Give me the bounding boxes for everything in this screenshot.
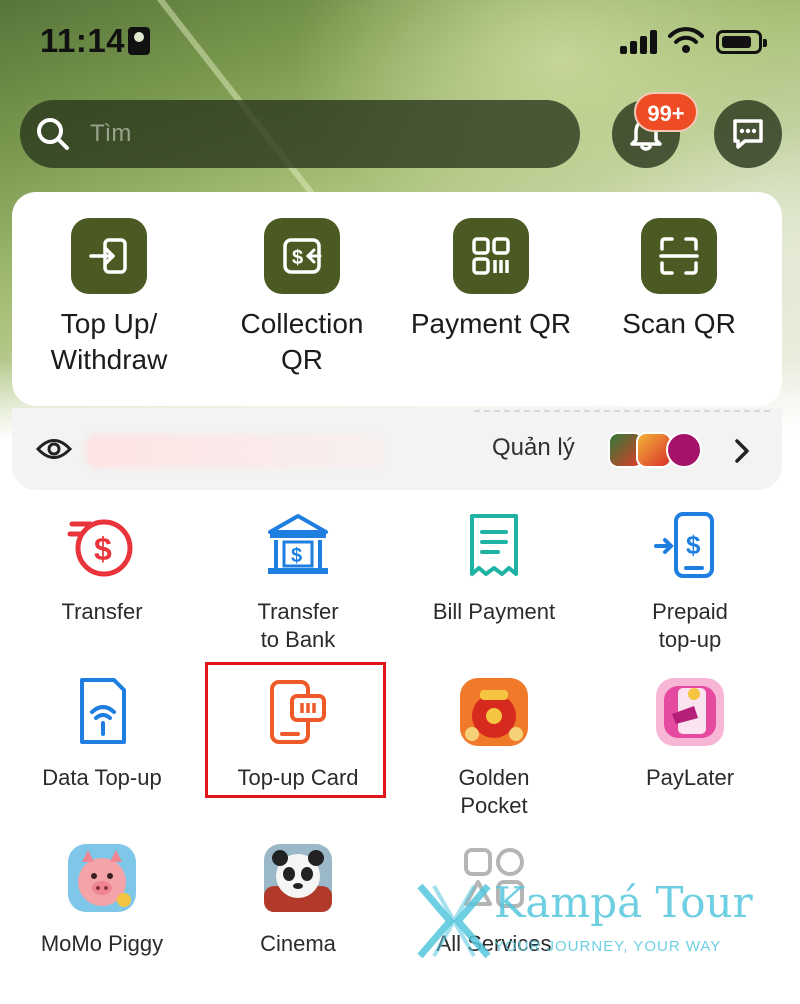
service-bill-payment[interactable]: Bill Payment (396, 510, 592, 626)
status-time: 11:14 (40, 22, 126, 59)
service-label: All Services (436, 931, 552, 956)
quick-action-top-up-withdraw[interactable]: Top Up/Withdraw (14, 218, 204, 378)
top-up-withdraw-icon (71, 218, 147, 294)
messages-button[interactable] (714, 100, 782, 168)
eye-icon[interactable] (36, 436, 72, 462)
service-momo-piggy[interactable]: MoMo Piggy (4, 842, 200, 958)
collection-qr-icon: $ (264, 218, 340, 294)
search-bar[interactable] (20, 100, 580, 168)
service-label: Data Top-up (42, 765, 162, 790)
paylater-icon (654, 676, 726, 748)
linked-wallets[interactable] (608, 432, 704, 470)
service-label: Transfer (61, 599, 143, 624)
quick-action-scan-qr[interactable]: Scan QR (584, 218, 774, 342)
quick-actions-card: Top Up/Withdraw $ Collection QR Payment … (12, 192, 782, 406)
quick-action-collection-qr[interactable]: $ Collection QR (207, 218, 397, 378)
service-label: Transfer to Bank (257, 599, 339, 652)
hidden-balance (86, 434, 386, 468)
service-label: Golden Pocket (458, 765, 530, 818)
chevron-right-icon[interactable] (734, 438, 750, 464)
bill-icon (458, 510, 530, 582)
service-golden-pocket[interactable]: Golden Pocket (396, 676, 592, 820)
phone-topup-icon: $ (654, 510, 726, 582)
scan-qr-icon (641, 218, 717, 294)
quick-action-label: Scan QR (622, 308, 736, 339)
service-label: MoMo Piggy (40, 931, 164, 956)
search-icon (37, 118, 69, 150)
quick-action-label: Payment QR (410, 308, 572, 339)
service-cinema[interactable]: Cinema (200, 842, 396, 958)
quick-action-label: Collection QR (240, 308, 364, 375)
bank-icon: $ (262, 510, 334, 582)
notification-count-badge: 99+ (634, 92, 698, 132)
quick-action-payment-qr[interactable]: Payment QR (396, 218, 586, 342)
service-label: PayLater (645, 765, 735, 790)
service-paylater[interactable]: PayLater (592, 676, 788, 792)
payment-qr-icon (453, 218, 529, 294)
battery-icon (716, 30, 767, 54)
status-bar: 11:14 (0, 0, 800, 80)
chat-bubble-icon (733, 119, 763, 149)
service-all-services[interactable]: All Services (396, 842, 592, 958)
balance-row: Quản lý (12, 408, 782, 490)
manage-label[interactable]: Quản lý (492, 434, 575, 462)
cinema-panda-icon (262, 842, 334, 914)
golden-pocket-icon (458, 676, 530, 748)
all-services-icon (458, 842, 530, 914)
service-transfer-to-bank[interactable]: $ Transfer to Bank (200, 510, 396, 654)
svg-text:$: $ (291, 545, 302, 567)
sim-data-icon (66, 676, 138, 748)
cellular-signal-icon (620, 30, 660, 54)
top-up-card-highlight (205, 662, 386, 798)
piggy-icon (66, 842, 138, 914)
search-input[interactable] (90, 114, 560, 154)
service-label: Prepaid top-up (652, 599, 728, 652)
contact-badge-icon (128, 27, 150, 55)
service-prepaid-top-up[interactable]: $ Prepaid top-up (592, 510, 788, 654)
transfer-dollar-icon: $ (66, 510, 138, 582)
service-data-top-up[interactable]: Data Top-up (4, 676, 200, 792)
service-transfer[interactable]: $ Transfer (4, 510, 200, 626)
svg-text:$: $ (292, 247, 303, 269)
svg-text:$: $ (94, 531, 112, 567)
service-label: Bill Payment (432, 599, 556, 624)
svg-text:$: $ (686, 530, 701, 560)
wifi-icon (668, 27, 704, 53)
service-label: Cinema (260, 931, 336, 956)
momo-logo-icon (666, 432, 702, 468)
quick-action-label: Top Up/Withdraw (50, 308, 168, 375)
divider (474, 410, 770, 412)
